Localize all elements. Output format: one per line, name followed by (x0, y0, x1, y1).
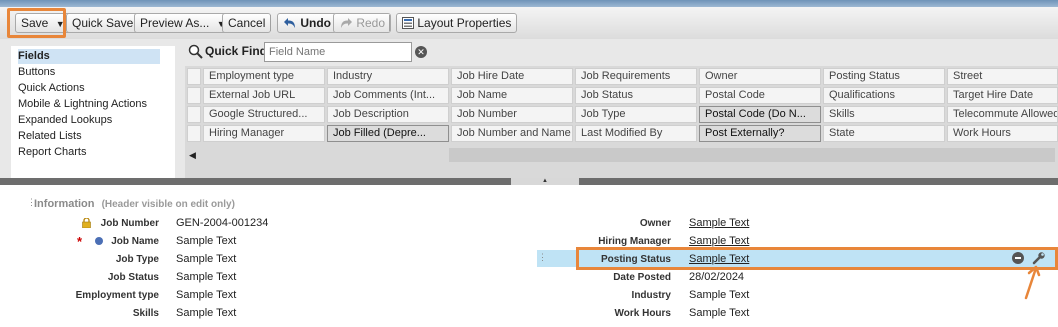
magnifier-icon (188, 44, 203, 59)
quick-find-input[interactable] (264, 42, 412, 62)
palette-field[interactable]: Industry (327, 68, 449, 85)
field-label: Job Status (107, 272, 159, 283)
palette-field-partial[interactable] (187, 125, 201, 142)
palette-field[interactable]: Street (947, 68, 1058, 85)
field-label: Skills (132, 308, 159, 319)
palette-field[interactable]: Job Status (575, 87, 697, 104)
field-value[interactable]: Sample Text (689, 217, 749, 229)
palette-field[interactable]: Qualifications (823, 87, 945, 104)
top-band (0, 0, 1058, 7)
quick-find-label: Quick Find (205, 44, 268, 58)
sidebar-item-buttons[interactable]: Buttons (18, 65, 55, 80)
field-label: Owner (639, 218, 671, 229)
field-value[interactable]: Sample Text (176, 253, 236, 265)
field-value[interactable]: Sample Text (689, 289, 749, 301)
cancel-button[interactable]: Cancel (222, 13, 272, 33)
field-label: Industry (631, 290, 671, 301)
palette-field[interactable]: External Job URL (203, 87, 325, 104)
field-value[interactable]: Sample Text (176, 289, 236, 301)
redo-button[interactable]: Redo (333, 13, 392, 33)
required-dot-icon (95, 237, 103, 245)
field-value[interactable]: Sample Text (176, 271, 236, 283)
resize-handle-icon[interactable]: ▲ (511, 178, 579, 185)
drag-handle-icon[interactable]: ⋮ (538, 252, 547, 263)
save-highlight-box (7, 8, 66, 38)
field-label: Job Name (111, 236, 159, 247)
scroll-left-icon[interactable]: ◀ (189, 150, 196, 161)
clear-icon[interactable]: ✕ (415, 46, 427, 58)
palette-category-list: Fields Buttons Quick Actions Mobile & Li… (11, 46, 175, 178)
undo-label: Undo (300, 16, 331, 30)
palette-scrollbar[interactable] (449, 148, 1055, 162)
field-value[interactable]: Sample Text (176, 235, 236, 247)
field-label: Hiring Manager (598, 236, 671, 247)
palette-field[interactable]: Employment type (203, 68, 325, 85)
redo-icon (341, 18, 352, 28)
sidebar-item-report-charts[interactable]: Report Charts (18, 145, 86, 160)
field-label: Employment type (75, 290, 159, 301)
quick-save-button[interactable]: Quick Save (66, 13, 140, 33)
section-title: Information (34, 198, 95, 210)
palette-field[interactable]: Job Type (575, 106, 697, 123)
layout-properties-icon (402, 17, 414, 29)
palette-field[interactable]: Hiring Manager (203, 125, 325, 142)
palette-field[interactable]: Work Hours (947, 125, 1058, 142)
palette-field[interactable]: Target Hire Date (947, 87, 1058, 104)
palette-field[interactable]: Google Structured... (203, 106, 325, 123)
palette-field[interactable]: Job Number and Name (451, 125, 573, 142)
palette-field[interactable]: Post Externally? (699, 125, 821, 142)
sidebar-item-fields[interactable]: Fields (18, 49, 160, 64)
palette-field[interactable]: Owner (699, 68, 821, 85)
field-value[interactable]: Sample Text (689, 307, 749, 319)
layout-toolbar: Save ▼ Quick Save Preview As... ▼ Cancel… (0, 7, 1058, 40)
undo-button[interactable]: Undo (277, 13, 337, 33)
field-label: Job Number (100, 218, 159, 229)
palette-field[interactable]: Postal Code (699, 87, 821, 104)
sidebar-item-mobile-lightning-actions[interactable]: Mobile & Lightning Actions (18, 97, 147, 112)
toolbar-divider (389, 15, 390, 31)
layout-properties-button[interactable]: Layout Properties (396, 13, 518, 33)
redo-label: Redo (356, 16, 386, 30)
palette-field[interactable]: Job Description (327, 106, 449, 123)
field-value[interactable]: Sample Text (689, 235, 749, 247)
sidebar-item-related-lists[interactable]: Related Lists (18, 129, 82, 144)
palette-field[interactable]: Telecommute Allowed (947, 106, 1058, 123)
palette-field-partial[interactable] (187, 106, 201, 123)
palette-field[interactable]: Skills (823, 106, 945, 123)
field-label: Work Hours (614, 308, 672, 319)
palette-field[interactable]: State (823, 125, 945, 142)
lock-icon (82, 218, 91, 228)
palette-field[interactable]: Job Filled (Depre... (327, 125, 449, 142)
arrow-annotation-icon (1024, 265, 1041, 300)
sidebar-item-quick-actions[interactable]: Quick Actions (18, 81, 85, 96)
field-label: Job Type (115, 254, 159, 265)
palette-field[interactable]: Posting Status (823, 68, 945, 85)
posting-status-highlight-box (576, 247, 1058, 270)
sidebar-item-expanded-lookups[interactable]: Expanded Lookups (18, 113, 112, 128)
palette-field[interactable]: Job Number (451, 106, 573, 123)
section-header: Information (Header visible on edit only… (34, 198, 235, 210)
preview-as-button[interactable]: Preview As... ▼ (134, 13, 232, 33)
palette-field[interactable]: Last Modified By (575, 125, 697, 142)
palette-field-partial[interactable] (187, 87, 201, 104)
layout-properties-label: Layout Properties (417, 16, 512, 30)
palette-field[interactable]: Job Name (451, 87, 573, 104)
palette-field[interactable]: Job Hire Date (451, 68, 573, 85)
field-value[interactable]: 28/02/2024 (689, 271, 744, 283)
palette-field[interactable]: Postal Code (Do N... (699, 106, 821, 123)
drag-handle-icon[interactable]: ⋮ (27, 197, 36, 208)
undo-icon (284, 18, 295, 28)
field-label: Date Posted (613, 272, 671, 283)
palette-field-partial[interactable] (187, 68, 201, 85)
field-value[interactable]: GEN-2004-001234 (176, 217, 268, 229)
preview-as-label: Preview As... (140, 16, 210, 30)
palette-field[interactable]: Job Comments (Int... (327, 87, 449, 104)
field-value[interactable]: Sample Text (176, 307, 236, 319)
toolbar-divider (270, 15, 271, 31)
palette-field[interactable]: Job Requirements (575, 68, 697, 85)
section-subtitle: (Header visible on edit only) (101, 199, 235, 210)
required-star-icon: * (77, 234, 83, 249)
